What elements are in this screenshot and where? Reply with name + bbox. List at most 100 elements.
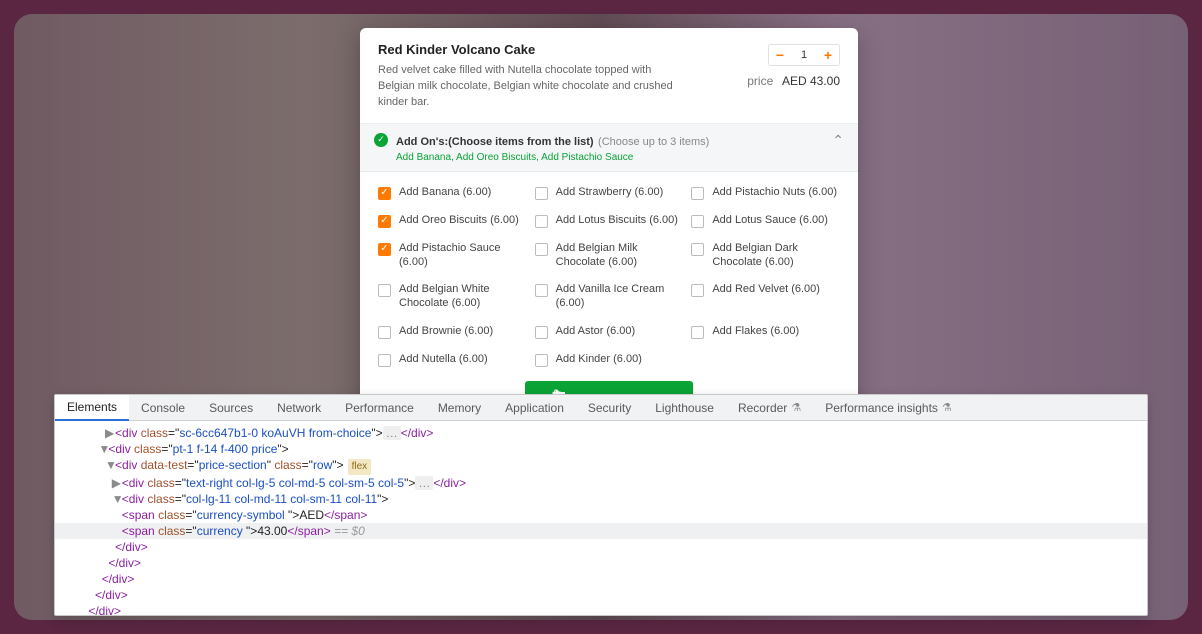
qty-increase-button[interactable]: + [817,44,839,66]
devtools-tab-memory[interactable]: Memory [426,395,493,421]
addon-option-label: Add Strawberry (6.00) [556,186,664,200]
checkbox-icon[interactable] [691,243,704,256]
addons-options-grid: Add Banana (6.00) Add Strawberry (6.00) Ad… [360,172,858,375]
price-amount: 43.00 [810,74,840,88]
addon-option-label: Add Kinder (6.00) [556,353,642,367]
devtools-tab-security[interactable]: Security [576,395,643,421]
qty-decrease-button[interactable]: − [769,44,791,66]
addon-option[interactable]: Add Oreo Biscuits (6.00) [378,214,527,228]
addon-option[interactable]: Add Red Velvet (6.00) [691,283,840,311]
addon-option-label: Add Belgian Dark Chocolate (6.00) [712,242,840,270]
addon-option-label: Add Banana (6.00) [399,186,491,200]
checkbox-icon[interactable] [691,326,704,339]
devtools-tab-lighthouse[interactable]: Lighthouse [643,395,726,421]
modal-header-right: − 1 + price AED 43.00 [747,42,840,111]
addon-option[interactable]: Add Flakes (6.00) [691,325,840,339]
addon-option[interactable]: Add Kinder (6.00) [535,353,684,367]
price-label: price [747,74,773,88]
code-line[interactable]: </div> [55,587,1147,603]
addon-option[interactable]: Add Belgian Dark Chocolate (6.00) [691,242,840,270]
code-line[interactable]: </div> [55,555,1147,571]
checkbox-icon[interactable] [535,243,548,256]
addon-option[interactable]: Add Belgian White Chocolate (6.00) [378,283,527,311]
addon-option[interactable]: Add Astor (6.00) [535,325,684,339]
checkbox-icon[interactable] [535,187,548,200]
addon-option-label: Add Pistachio Sauce (6.00) [399,242,527,270]
code-line[interactable]: </div> [55,571,1147,587]
checkbox-icon[interactable] [378,243,391,256]
addon-option[interactable]: Add Brownie (6.00) [378,325,527,339]
code-line[interactable]: </div> [55,539,1147,555]
code-line[interactable]: ▼<div class="col-lg-11 col-md-11 col-sm-… [55,491,1147,507]
flask-icon: ⚗ [942,401,952,414]
checkbox-icon[interactable] [535,284,548,297]
modal-header-left: Red Kinder Volcano Cake Red velvet cake … [378,42,737,111]
devtools-tab-performance[interactable]: Performance [333,395,426,421]
devtools-tab-elements[interactable]: Elements [55,395,129,421]
addon-option[interactable]: Add Lotus Sauce (6.00) [691,214,840,228]
code-line[interactable]: ▶<div class="text-right col-lg-5 col-md-… [55,475,1147,491]
devtools-tab-sources[interactable]: Sources [197,395,265,421]
qty-value: 1 [791,49,817,61]
addon-option[interactable]: Add Pistachio Nuts (6.00) [691,186,840,200]
code-line-selected[interactable]: <span class="currency ">43.00</span> == … [55,523,1147,539]
price-row: price AED 43.00 [747,74,840,88]
addons-section-header[interactable]: ✓ Add On's:(Choose items from the list) … [360,124,858,172]
addons-selected-summary: Add Banana, Add Oreo Biscuits, Add Pista… [396,152,709,163]
devtools-tab-application[interactable]: Application [493,395,576,421]
addons-section-hint: (Choose up to 3 items) [598,136,709,148]
devtools-elements-tree[interactable]: ▶<div class="sc-6cc647b1-0 koAuVH from-c… [55,421,1147,615]
addon-option-label: Add Belgian White Chocolate (6.00) [399,283,527,311]
price-currency: AED [782,74,807,88]
addon-option[interactable]: Add Lotus Biscuits (6.00) [535,214,684,228]
checkbox-icon[interactable] [535,215,548,228]
code-line[interactable]: <span class="currency-symbol ">AED</span… [55,507,1147,523]
checkbox-icon[interactable] [535,326,548,339]
checkbox-icon[interactable] [378,354,391,367]
code-line[interactable]: ▼<div class="pt-1 f-14 f-400 price"> [55,441,1147,457]
devtools-tab-recorder[interactable]: Recorder ⚗ [726,395,813,421]
checkbox-icon[interactable] [691,187,704,200]
checkbox-icon[interactable] [378,215,391,228]
addon-option-label: Add Brownie (6.00) [399,325,493,339]
addon-option[interactable]: Add Banana (6.00) [378,186,527,200]
modal-header: Red Kinder Volcano Cake Red velvet cake … [360,28,858,124]
devtools-tab-network[interactable]: Network [265,395,333,421]
product-description: Red velvet cake filled with Nutella choc… [378,63,678,111]
code-line[interactable]: </div> [55,603,1147,615]
addons-section-text: Add On's:(Choose items from the list) (C… [396,132,709,163]
addon-option[interactable]: Add Vanilla Ice Cream (6.00) [535,283,684,311]
devtools-tabs: ElementsConsoleSourcesNetworkPerformance… [55,395,1147,421]
chevron-up-icon[interactable]: ⌃ [832,132,844,149]
flask-icon: ⚗ [791,401,801,414]
addon-option-label: Add Flakes (6.00) [712,325,799,339]
product-title: Red Kinder Volcano Cake [378,42,737,57]
addon-option[interactable]: Add Pistachio Sauce (6.00) [378,242,527,270]
addon-option-label: Add Red Velvet (6.00) [712,283,820,297]
product-modal: Red Kinder Volcano Cake Red velvet cake … [360,28,858,434]
addon-option-label: Add Oreo Biscuits (6.00) [399,214,519,228]
addon-option-label: Add Belgian Milk Chocolate (6.00) [556,242,684,270]
checkbox-icon[interactable] [535,354,548,367]
addon-option[interactable]: Add Strawberry (6.00) [535,186,684,200]
addon-option-label: Add Vanilla Ice Cream (6.00) [556,283,684,311]
check-circle-icon: ✓ [374,133,388,147]
addon-option-label: Add Lotus Sauce (6.00) [712,214,828,228]
code-line[interactable]: ▶<div class="sc-6cc647b1-0 koAuVH from-c… [55,425,1147,441]
devtools-panel: ElementsConsoleSourcesNetworkPerformance… [54,394,1148,616]
addons-section-title: Add On's:(Choose items from the list) [396,136,594,148]
addon-option[interactable]: Add Belgian Milk Chocolate (6.00) [535,242,684,270]
checkbox-icon[interactable] [691,215,704,228]
checkbox-icon[interactable] [378,284,391,297]
addon-option-label: Add Nutella (6.00) [399,353,488,367]
code-line[interactable]: ▼<div data-test="price-section" class="r… [55,457,1147,475]
addon-option[interactable]: Add Nutella (6.00) [378,353,527,367]
devtools-tab-console[interactable]: Console [129,395,197,421]
addon-option-label: Add Pistachio Nuts (6.00) [712,186,837,200]
devtools-tab-performance-insights[interactable]: Performance insights ⚗ [813,395,964,421]
checkbox-icon[interactable] [378,326,391,339]
quantity-stepper: − 1 + [768,44,840,66]
addon-option-label: Add Astor (6.00) [556,325,636,339]
checkbox-icon[interactable] [378,187,391,200]
checkbox-icon[interactable] [691,284,704,297]
